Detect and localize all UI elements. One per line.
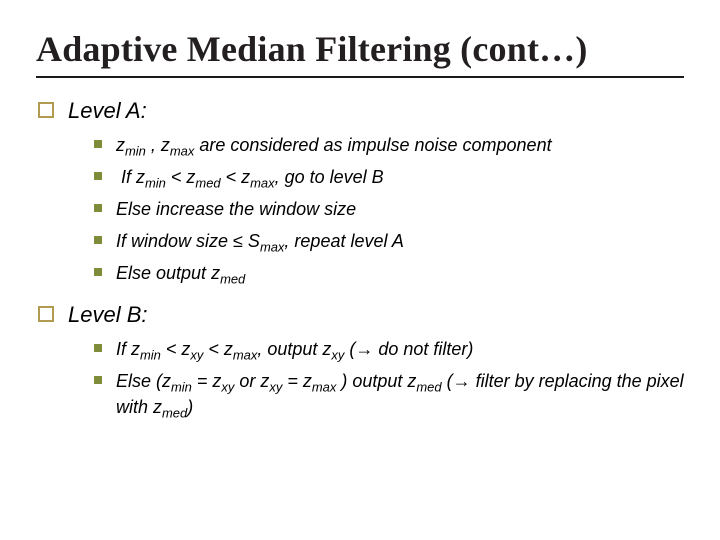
level-a-items: zmin , zmax are considered as impulse no… [38,132,684,286]
small-square-bullet-icon [94,204,102,212]
small-square-bullet-icon [94,140,102,148]
level-label-var: A [126,98,141,123]
level-label-post: : [141,98,147,123]
list-item: Else output zmed [94,260,684,286]
slide: Adaptive Median Filtering (cont…) Level … [0,0,720,540]
level-b-items: If zmin < zxy < zmax, output zxy (→ do n… [38,336,684,420]
square-bullet-icon [38,102,54,118]
level-b-label: Level B: [68,300,148,330]
item-text: Else increase the window size [116,196,356,222]
title-underline [36,76,684,78]
slide-title: Adaptive Median Filtering (cont…) [36,28,684,70]
item-text: Else output zmed [116,260,245,286]
list-item: zmin , zmax are considered as impulse no… [94,132,684,158]
small-square-bullet-icon [94,376,102,384]
item-text: If zmin < zmed < zmax, go to level B [116,164,384,190]
small-square-bullet-icon [94,268,102,276]
small-square-bullet-icon [94,344,102,352]
slide-content: Level A: zmin , zmax are considered as i… [36,96,684,420]
level-a-label: Level A: [68,96,147,126]
level-label-pre: Level [68,98,126,123]
list-item: If zmin < zmed < zmax, go to level B [94,164,684,190]
list-item: If zmin < zxy < zmax, output zxy (→ do n… [94,336,684,362]
small-square-bullet-icon [94,172,102,180]
level-b-heading: Level B: [38,300,684,330]
square-bullet-icon [38,306,54,322]
level-label-var: B [127,302,142,327]
level-label-pre: Level [68,302,127,327]
item-text: If window size ≤ Smax, repeat level A [116,228,404,254]
list-item: If window size ≤ Smax, repeat level A [94,228,684,254]
level-a-heading: Level A: [38,96,684,126]
list-item: Else increase the window size [94,196,684,222]
small-square-bullet-icon [94,236,102,244]
item-text: zmin , zmax are considered as impulse no… [116,132,552,158]
list-item: Else (zmin = zxy or zxy = zmax ) output … [94,368,684,420]
item-text: Else (zmin = zxy or zxy = zmax ) output … [116,368,684,420]
item-text: If zmin < zxy < zmax, output zxy (→ do n… [116,336,473,362]
level-label-post: : [141,302,147,327]
